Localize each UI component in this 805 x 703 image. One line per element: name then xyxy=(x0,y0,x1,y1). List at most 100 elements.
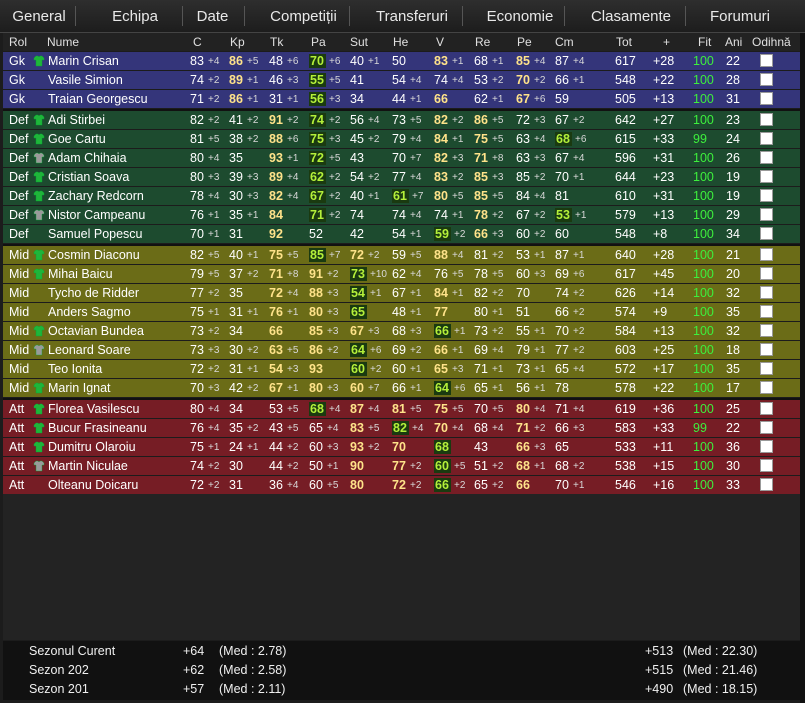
table-row[interactable]: Mid Mihai Baicu 79 +5 37 +2 71 +8 91 +2 73 +10 62 +4 7… xyxy=(3,265,800,283)
player-name[interactable]: Leonard Soare xyxy=(48,343,131,357)
player-name[interactable]: Octavian Bundea xyxy=(48,324,144,338)
stat-value: 68 xyxy=(516,459,530,473)
player-name[interactable]: Mihai Baicu xyxy=(48,267,113,281)
stat-cell: 65 +4 xyxy=(309,419,338,437)
player-name[interactable]: Goe Cartu xyxy=(48,132,106,146)
table-row[interactable]: Gk Vasile Simion 74 +2 89 +1 46 +3 55 +5 41 54 +4 74 +… xyxy=(3,71,800,89)
rest-checkbox[interactable] xyxy=(760,54,773,67)
player-name[interactable]: Florea Vasilescu xyxy=(48,402,139,416)
table-row[interactable]: Def Adi Stirbei 82 +2 41 +2 91 +2 74 +2 56 +4 73 +5 82… xyxy=(3,111,800,129)
stat-cell: 88 +4 xyxy=(434,246,463,264)
rest-checkbox[interactable] xyxy=(760,459,773,472)
player-name[interactable]: Olteanu Doicaru xyxy=(48,478,138,492)
table-row[interactable]: Mid Marin Ignat 70 +3 42 +2 67 +1 80 +3 60 +7 66 +1 64… xyxy=(3,379,800,397)
rest-checkbox[interactable] xyxy=(760,248,773,261)
stat-delta: +1 xyxy=(410,93,422,105)
table-row[interactable]: Def Nistor Campeanu 76 +1 35 +1 84 71 +2 74 74 +4 74… xyxy=(3,206,800,224)
rest-checkbox[interactable] xyxy=(760,92,773,105)
nav-tab-3[interactable]: Competiții xyxy=(252,0,355,32)
player-name[interactable]: Samuel Popescu xyxy=(48,227,143,241)
player-name-cell: Marin Ignat xyxy=(33,379,111,397)
table-row[interactable]: Gk Traian Georgescu 71 +2 86 +1 31 +1 56 +3 34 44 +1… xyxy=(3,90,800,108)
table-row[interactable]: Mid Cosmin Diaconu 82 +5 40 +1 75 +5 85 +7 72 +2 59 +… xyxy=(3,246,800,264)
nav-tab-7[interactable]: Forumuri xyxy=(693,0,787,32)
stat-cell: 60 +5 xyxy=(309,476,338,494)
column-header: Fit xyxy=(698,35,712,49)
table-row[interactable]: Def Adam Chihaia 80 +4 35 93 +1 72 +5 43 70 +7 82 +3 7… xyxy=(3,149,800,167)
rest-checkbox[interactable] xyxy=(760,151,773,164)
table-row[interactable]: Def Goe Cartu 81 +5 38 +2 88 +6 75 +3 45 +2 79 +4 84 +1… xyxy=(3,130,800,148)
rest-checkbox[interactable] xyxy=(760,421,773,434)
player-name[interactable]: Vasile Simion xyxy=(48,73,123,87)
age-cell: 25 xyxy=(726,402,740,416)
rest-checkbox[interactable] xyxy=(760,305,773,318)
table-row[interactable]: Att Olteanu Doicaru 72 +2 31 36 +4 60 +5 80 72 +2 66… xyxy=(3,476,800,494)
nav-tab-1[interactable]: Echipa xyxy=(83,0,187,32)
player-name[interactable]: Anders Sagmo xyxy=(48,305,131,319)
nav-tab-4[interactable]: Transferuri xyxy=(357,0,467,32)
stat-value: 73 xyxy=(350,267,367,281)
rest-checkbox[interactable] xyxy=(760,208,773,221)
table-row[interactable]: Mid Octavian Bundea 73 +2 34 66 85 +3 67 +3 68 +3 66… xyxy=(3,322,800,340)
stat-value: 65 xyxy=(555,440,569,454)
stat-value: 86 xyxy=(309,343,323,357)
rest-checkbox[interactable] xyxy=(760,132,773,145)
table-row[interactable]: Def Cristian Soava 80 +3 39 +3 89 +4 62 +2 54 +2 77 +… xyxy=(3,168,800,186)
player-name[interactable]: Martin Niculae xyxy=(48,459,128,473)
rest-checkbox[interactable] xyxy=(760,227,773,240)
stat-delta: +2 xyxy=(410,460,422,472)
stat-value: 40 xyxy=(229,248,243,262)
player-name[interactable]: Teo Ionita xyxy=(48,362,102,376)
rest-checkbox[interactable] xyxy=(760,189,773,202)
table-row[interactable]: Def Samuel Popescu 70 +1 31 92 52 42 54 +1 59 +2 66 +… xyxy=(3,225,800,243)
player-name[interactable]: Cristian Soava xyxy=(48,170,129,184)
player-name[interactable]: Dumitru Olaroiu xyxy=(48,440,136,454)
table-row[interactable]: Mid Anders Sagmo 75 +1 31 +1 76 +1 80 +3 65 48 +1 77 8… xyxy=(3,303,800,321)
player-name[interactable]: Adam Chihaia xyxy=(48,151,127,165)
rest-checkbox[interactable] xyxy=(760,267,773,280)
stat-value: 74 xyxy=(392,208,406,222)
table-row[interactable]: Att Bucur Frasineanu 76 +4 35 +2 43 +5 65 +4 83 +5 8… xyxy=(3,419,800,437)
nav-tab-0[interactable]: General xyxy=(5,0,73,32)
table-row[interactable]: Mid Tycho de Ridder 77 +2 35 72 +4 88 +3 54 +1 67 +1… xyxy=(3,284,800,302)
stat-delta: +5 xyxy=(492,268,504,280)
table-row[interactable]: Gk Marin Crisan 83 +4 86 +5 48 +6 70 +6 40 +1 50 83 +1… xyxy=(3,52,800,70)
player-name[interactable]: Marin Ignat xyxy=(48,381,111,395)
nav-tab-6[interactable]: Clasamente xyxy=(572,0,690,32)
table-row[interactable]: Def Zachary Redcorn 78 +4 30 +3 82 +4 67 +2 40 +1 61… xyxy=(3,187,800,205)
nav-tab-5[interactable]: Economie xyxy=(470,0,570,32)
rest-checkbox[interactable] xyxy=(760,440,773,453)
player-name[interactable]: Zachary Redcorn xyxy=(48,189,144,203)
rest-checkbox[interactable] xyxy=(760,402,773,415)
rest-checkbox[interactable] xyxy=(760,362,773,375)
rest-checkbox[interactable] xyxy=(760,324,773,337)
player-name[interactable]: Adi Stirbei xyxy=(48,113,105,127)
stat-delta: +1 xyxy=(492,93,504,105)
stat-delta: +1 xyxy=(492,55,504,67)
table-row[interactable]: Att Martin Niculae 74 +2 30 44 +2 50 +1 90 77 +2 60 +… xyxy=(3,457,800,475)
table-row[interactable]: Att Dumitru Olaroiu 75 +1 24 +1 44 +2 60 +3 93 +2 70… xyxy=(3,438,800,456)
table-row[interactable]: Att Florea Vasilescu 80 +4 34 53 +5 68 +4 87 +4 81 +… xyxy=(3,400,800,418)
player-name[interactable]: Nistor Campeanu xyxy=(48,208,145,222)
rest-checkbox[interactable] xyxy=(760,286,773,299)
stat-value: 72 xyxy=(392,478,406,492)
rest-checkbox[interactable] xyxy=(760,478,773,491)
stat-cell: 75 +5 xyxy=(434,400,463,418)
player-name[interactable]: Traian Georgescu xyxy=(48,92,148,106)
table-row[interactable]: Mid Teo Ionita 72 +2 31 +1 54 +3 93 60 +2 60 +1 65 +3 7… xyxy=(3,360,800,378)
player-name[interactable]: Marin Crisan xyxy=(48,54,119,68)
scrollbar[interactable] xyxy=(800,33,805,703)
player-name[interactable]: Tycho de Ridder xyxy=(48,286,139,300)
player-name[interactable]: Cosmin Diaconu xyxy=(48,248,140,262)
rest-checkbox[interactable] xyxy=(760,381,773,394)
nav-tab-2[interactable]: Date xyxy=(190,0,235,32)
player-name[interactable]: Bucur Frasineanu xyxy=(48,421,147,435)
rest-checkbox[interactable] xyxy=(760,170,773,183)
summary-label: Sezonul Curent xyxy=(29,644,116,658)
table-row[interactable]: Mid Leonard Soare 73 +3 30 +2 63 +5 86 +2 64 +6 69 +2… xyxy=(3,341,800,359)
stat-delta: +8 xyxy=(287,268,299,280)
rest-checkbox[interactable] xyxy=(760,113,773,126)
rest-checkbox[interactable] xyxy=(760,343,773,356)
rest-checkbox[interactable] xyxy=(760,73,773,86)
stat-value: 35 xyxy=(229,286,243,300)
